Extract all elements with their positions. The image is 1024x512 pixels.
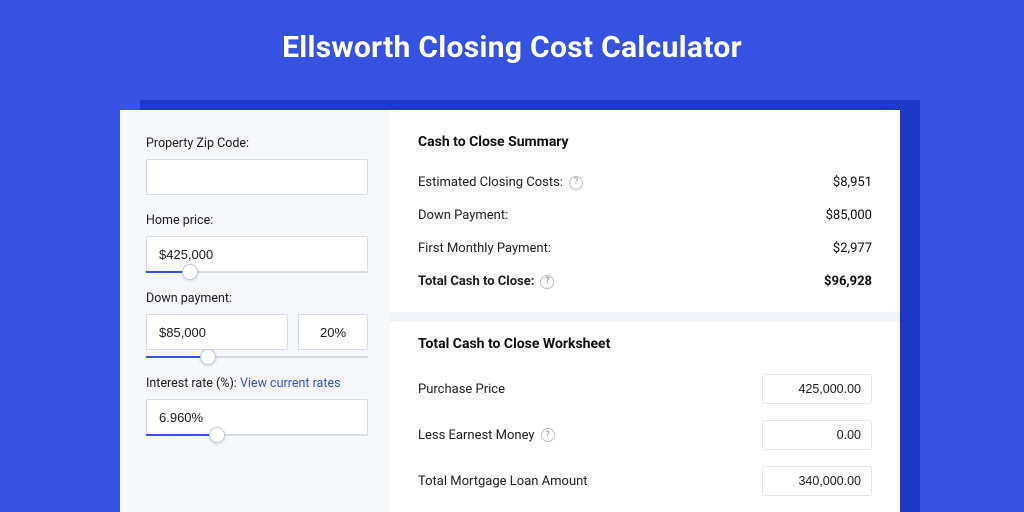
- worksheet-row: Less Earnest Money?: [418, 412, 872, 458]
- worksheet-row-label: Purchase Price: [418, 382, 505, 397]
- down-payment-slider-fill: [146, 356, 208, 358]
- worksheet-row-label: Total Mortgage Loan Amount: [418, 474, 588, 489]
- worksheet-row-label: Less Earnest Money: [418, 428, 535, 443]
- down-payment-slider-thumb[interactable]: [200, 349, 216, 365]
- summary-total-row: Total Cash to Close: ? $96,928: [418, 265, 872, 298]
- zip-input[interactable]: [146, 159, 368, 195]
- worksheet-row-input[interactable]: [762, 420, 872, 450]
- summary-total-value: $96,928: [824, 274, 872, 289]
- interest-label-text: Interest rate (%):: [146, 376, 240, 391]
- home-price-label: Home price:: [146, 213, 368, 228]
- worksheet-row: Total Second Mortgage Amount?: [418, 504, 872, 512]
- summary-row-label: Down Payment:: [418, 208, 508, 223]
- inputs-column: Property Zip Code: Home price: Down paym…: [120, 110, 390, 512]
- down-payment-slider[interactable]: [146, 356, 368, 358]
- summary-row: First Monthly Payment: $2,977: [418, 232, 872, 265]
- worksheet-row-input[interactable]: [762, 466, 872, 496]
- section-divider: [390, 312, 900, 322]
- down-payment-pct-input[interactable]: [298, 314, 368, 350]
- summary-total-label: Total Cash to Close:: [418, 274, 534, 289]
- interest-label: Interest rate (%): View current rates: [146, 376, 368, 391]
- home-price-field: Home price:: [146, 213, 368, 273]
- summary-row-value: $85,000: [826, 208, 872, 223]
- summary-row-value: $2,977: [833, 241, 872, 256]
- summary-row-value: $8,951: [833, 175, 872, 190]
- interest-slider[interactable]: [146, 434, 368, 436]
- home-price-slider[interactable]: [146, 271, 368, 273]
- summary-row-label: First Monthly Payment:: [418, 241, 551, 256]
- results-column: Cash to Close Summary Estimated Closing …: [390, 110, 900, 512]
- help-icon[interactable]: ?: [569, 176, 583, 190]
- worksheet-row: Purchase Price: [418, 366, 872, 412]
- page-title: Ellsworth Closing Cost Calculator: [0, 0, 1024, 65]
- view-rates-link[interactable]: View current rates: [240, 376, 341, 391]
- interest-slider-fill: [146, 434, 217, 436]
- down-payment-input[interactable]: [146, 314, 288, 350]
- interest-slider-thumb[interactable]: [209, 427, 225, 443]
- worksheet-row: Total Mortgage Loan Amount: [418, 458, 872, 504]
- summary-heading: Cash to Close Summary: [418, 134, 872, 150]
- summary-row: Estimated Closing Costs:? $8,951: [418, 166, 872, 199]
- interest-input[interactable]: [146, 399, 368, 435]
- calculator-panel: Property Zip Code: Home price: Down paym…: [120, 110, 900, 512]
- zip-label: Property Zip Code:: [146, 136, 368, 151]
- down-payment-field: Down payment:: [146, 291, 368, 358]
- zip-field: Property Zip Code:: [146, 136, 368, 195]
- help-icon[interactable]: ?: [541, 428, 555, 442]
- summary-row-label: Estimated Closing Costs:: [418, 175, 563, 190]
- home-price-slider-thumb[interactable]: [182, 264, 198, 280]
- home-price-input[interactable]: [146, 236, 368, 272]
- summary-row: Down Payment: $85,000: [418, 199, 872, 232]
- worksheet-row-input[interactable]: [762, 374, 872, 404]
- down-payment-label: Down payment:: [146, 291, 368, 306]
- interest-field: Interest rate (%): View current rates: [146, 376, 368, 436]
- help-icon[interactable]: ?: [540, 275, 554, 289]
- worksheet-heading: Total Cash to Close Worksheet: [418, 336, 872, 352]
